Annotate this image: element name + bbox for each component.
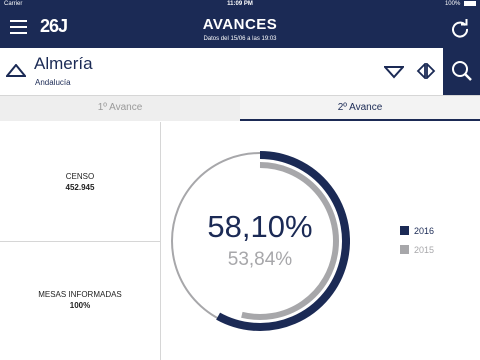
search-icon — [452, 61, 472, 81]
compare-icon[interactable] — [416, 63, 436, 79]
tables-reported-label: MESAS INFORMADAS — [38, 290, 122, 299]
search-button[interactable] — [443, 48, 480, 95]
tables-reported-value: 100% — [69, 301, 91, 310]
refresh-icon[interactable] — [450, 18, 470, 38]
status-bar: Carrier 11:09 PM 100% — [0, 0, 480, 10]
legend-swatch-2016 — [400, 226, 409, 235]
app-header: 26J AVANCES Datos del 15/06 a las 19:03 — [0, 10, 480, 48]
clock: 11:09 PM — [227, 1, 253, 7]
legend-swatch-2015 — [400, 245, 409, 254]
data-timestamp: Datos del 15/06 a las 19:03 — [203, 36, 277, 42]
battery-percent: 100% — [444, 1, 461, 8]
location-bar: Almería Andalucía — [0, 48, 480, 96]
location-name: Almería — [34, 54, 93, 73]
divider — [0, 241, 160, 242]
dropdown-down-icon[interactable] — [384, 65, 404, 79]
legend-item-2016: 2016 — [400, 226, 434, 236]
battery-indicator: 100% — [445, 1, 476, 7]
tab-bar: 1º Avance 2º Avance — [0, 96, 480, 121]
legend-label-2015: 2015 — [414, 245, 435, 255]
location-region: Andalucía — [35, 78, 71, 87]
battery-icon — [464, 1, 476, 6]
stats-panel: CENSO 452.945 MESAS INFORMADAS 100% — [0, 122, 161, 360]
tab-first-advance[interactable]: 1º Avance — [0, 96, 240, 121]
legend-label-2016: 2016 — [414, 226, 435, 236]
tab-second-advance[interactable]: 2º Avance — [240, 96, 480, 121]
legend-item-2015: 2015 — [400, 245, 434, 255]
census-value: 452.945 — [65, 183, 95, 192]
current-participation: 58,10% — [207, 209, 313, 244]
page-title: AVANCES — [202, 16, 278, 33]
census-block: CENSO 452.945 — [0, 172, 160, 192]
census-label: CENSO — [65, 172, 95, 181]
tables-reported-block: MESAS INFORMADAS 100% — [0, 290, 160, 310]
previous-participation: 53,84% — [227, 249, 293, 270]
collapse-up-icon[interactable] — [6, 64, 26, 78]
